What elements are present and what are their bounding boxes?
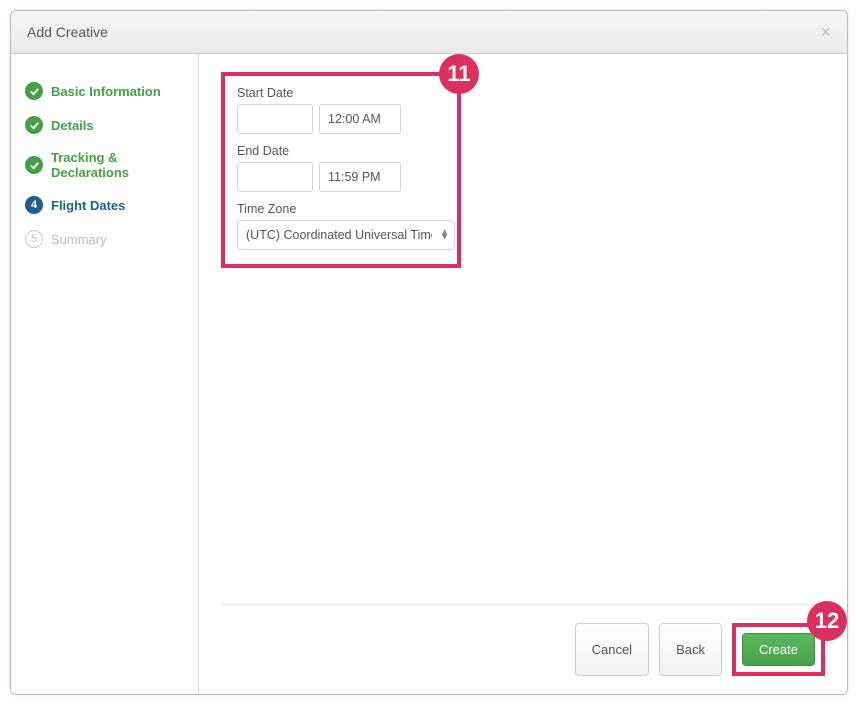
modal-title: Add Creative: [27, 24, 108, 40]
checkmark-icon: [25, 156, 43, 174]
back-button[interactable]: Back: [659, 623, 722, 676]
end-time-input[interactable]: [319, 162, 401, 192]
end-date-row: [237, 162, 445, 192]
sidebar-item-tracking-declarations[interactable]: Tracking & Declarations: [25, 142, 198, 188]
create-button[interactable]: Create: [742, 633, 815, 666]
content-panel: 11 Start Date End Date Tim: [199, 54, 847, 694]
sidebar-item-label: Details: [51, 118, 94, 133]
sidebar-item-label: Tracking & Declarations: [51, 150, 198, 180]
sidebar-item-flight-dates[interactable]: 4 Flight Dates: [25, 188, 198, 222]
sidebar-item-label: Flight Dates: [51, 198, 125, 213]
step-number-icon: 4: [25, 196, 43, 214]
end-date-input[interactable]: [237, 162, 313, 192]
start-time-input[interactable]: [319, 104, 401, 134]
annotation-callout-12: 12: [807, 601, 847, 641]
sidebar-item-label: Basic Information: [51, 84, 161, 99]
timezone-group: Time Zone (UTC) Coordinated Universal Ti…: [237, 202, 445, 250]
wizard-sidebar: Basic Information Details Tracking & Dec…: [11, 54, 199, 694]
start-date-input[interactable]: [237, 104, 313, 134]
add-creative-modal: Add Creative × Basic Information Details: [10, 10, 848, 695]
start-date-group: Start Date: [237, 86, 445, 134]
end-date-group: End Date: [237, 144, 445, 192]
sidebar-item-basic-information[interactable]: Basic Information: [25, 74, 198, 108]
timezone-select-wrap: (UTC) Coordinated Universal Time ▲▼: [237, 220, 455, 250]
start-date-label: Start Date: [237, 86, 445, 100]
start-date-row: [237, 104, 445, 134]
annotation-callout-11: 11: [439, 54, 479, 94]
close-icon[interactable]: ×: [820, 23, 831, 41]
modal-footer: Cancel Back 12 Create: [221, 604, 825, 676]
sidebar-item-details[interactable]: Details: [25, 108, 198, 142]
modal-header: Add Creative ×: [11, 11, 847, 54]
annotation-highlight-12: 12 Create: [732, 623, 825, 676]
end-date-label: End Date: [237, 144, 445, 158]
timezone-label: Time Zone: [237, 202, 445, 216]
checkmark-icon: [25, 82, 43, 100]
step-number-icon: 5: [25, 230, 43, 248]
modal-body: Basic Information Details Tracking & Dec…: [11, 54, 847, 694]
sidebar-item-label: Summary: [51, 232, 107, 247]
sidebar-item-summary[interactable]: 5 Summary: [25, 222, 198, 256]
cancel-button[interactable]: Cancel: [575, 623, 649, 676]
annotation-highlight-11: 11 Start Date End Date Tim: [221, 72, 461, 268]
timezone-select[interactable]: (UTC) Coordinated Universal Time: [237, 220, 455, 250]
checkmark-icon: [25, 116, 43, 134]
